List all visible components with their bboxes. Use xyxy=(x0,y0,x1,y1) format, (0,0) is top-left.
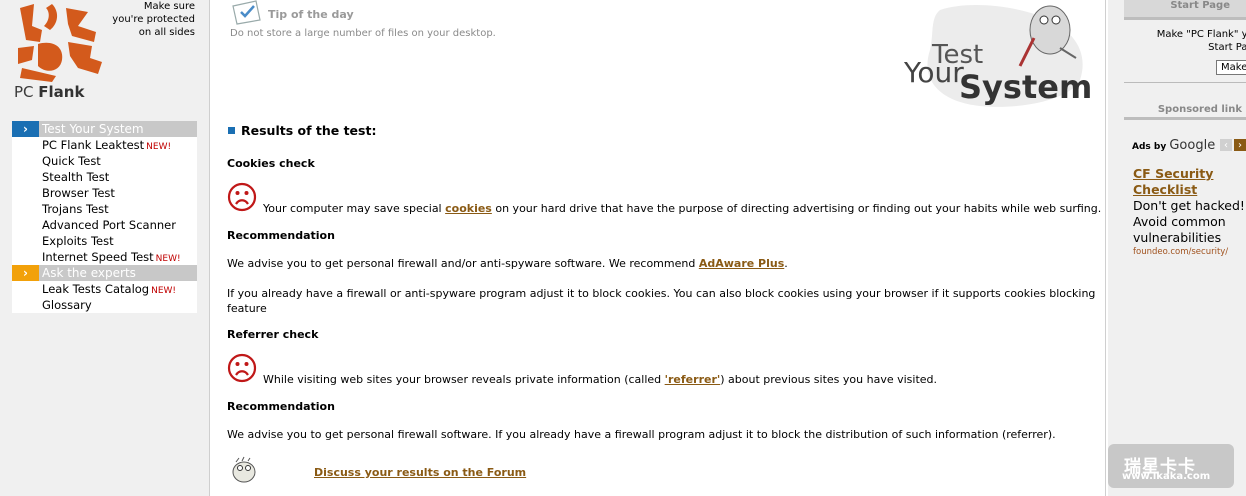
referrer-recommendation-1: We advise you to get personal firewall s… xyxy=(227,428,1056,441)
banner-text-your: Your xyxy=(904,56,964,89)
sad-face-icon xyxy=(227,353,257,383)
referrer-check-title: Referrer check xyxy=(227,328,319,341)
ad-title-link[interactable]: CF Security Checklist xyxy=(1133,166,1246,198)
sponsored-link-header: Sponsored link xyxy=(1124,104,1246,120)
start-page-header: Start Page xyxy=(1124,0,1246,20)
tip-title: Tip of the day xyxy=(268,8,354,21)
chevron-right-icon: › xyxy=(12,121,39,137)
cookies-link[interactable]: cookies xyxy=(445,202,492,215)
nav-item-leak-tests-catalog[interactable]: Leak Tests Catalog NEW! xyxy=(42,281,197,297)
left-sidebar: PC Flank Make sure you're protected on a… xyxy=(0,0,210,496)
tip-text: Do not store a large number of files on … xyxy=(230,28,496,39)
results-heading-text: Results of the test: xyxy=(241,123,377,138)
results-heading: Results of the test: xyxy=(228,123,376,138)
start-page-text: Make "PC Flank" you Start Page xyxy=(1156,29,1246,53)
cookies-recommendation-2: If you already have a firewall or anti-s… xyxy=(227,287,1096,315)
logo-flank: Flank xyxy=(38,83,85,101)
new-badge: NEW! xyxy=(151,286,177,296)
ad-body: Don't get hacked! Avoid common vulnerabi… xyxy=(1133,198,1245,245)
forum-mascot-icon xyxy=(232,456,256,483)
nav-item-speed-test[interactable]: Internet Speed Test NEW! xyxy=(42,249,197,265)
forum-link[interactable]: Discuss your results on the Forum xyxy=(314,466,526,479)
google-logo: Google xyxy=(1169,138,1216,153)
tagline: Make sure you're protected on all sides xyxy=(112,0,195,39)
logo-pc: PC xyxy=(14,83,39,101)
tagline-line: you're protected xyxy=(112,14,195,25)
logo-text[interactable]: PC Flank xyxy=(14,83,84,101)
main-content: Tip of the day Do not store a large numb… xyxy=(214,0,1106,496)
nav-section-label: Ask the experts xyxy=(42,266,136,280)
right-sidebar: Start Page Make "PC Flank" you Start Pag… xyxy=(1108,0,1246,496)
nav-item-stealth-test[interactable]: Stealth Test xyxy=(42,169,197,185)
banner-text-system: System xyxy=(959,68,1093,106)
cookies-recommendation-1: We advise you to get personal firewall a… xyxy=(227,257,788,270)
tagline-line: on all sides xyxy=(138,27,195,38)
sad-face-icon xyxy=(227,182,257,212)
ad-url[interactable]: foundeo.com/security/ xyxy=(1133,247,1228,257)
nav-item-port-scanner[interactable]: Advanced Port Scanner xyxy=(42,217,197,233)
prev-ad-icon[interactable]: ‹ xyxy=(1220,139,1232,151)
tagline-line: Make sure xyxy=(143,1,195,12)
nav-item-leaktest[interactable]: PC Flank Leaktest NEW! xyxy=(42,137,197,153)
side-nav: › Test Your System PC Flank Leaktest NEW!… xyxy=(12,121,197,313)
new-badge: NEW! xyxy=(146,142,172,152)
cookies-message: Your computer may save special cookies o… xyxy=(263,202,1102,215)
divider xyxy=(1124,82,1246,83)
nav-item-quick-test[interactable]: Quick Test xyxy=(42,153,197,169)
nav-list: Leak Tests Catalog NEW! Glossary xyxy=(12,281,197,313)
nav-item-glossary[interactable]: Glossary xyxy=(42,297,197,313)
chevron-right-icon: › xyxy=(12,265,39,281)
checklist-icon xyxy=(232,0,261,25)
nav-section-test-your-system[interactable]: › Test Your System xyxy=(12,121,197,137)
cookies-recommendation-title: Recommendation xyxy=(227,229,335,242)
referrer-link[interactable]: 'referrer' xyxy=(665,373,721,386)
next-ad-icon[interactable]: › xyxy=(1234,139,1246,151)
bullet-icon xyxy=(228,127,235,134)
nav-list: PC Flank Leaktest NEW! Quick Test Stealth… xyxy=(12,137,197,265)
nav-item-browser-test[interactable]: Browser Test xyxy=(42,185,197,201)
make-start-page-button[interactable]: Make xyxy=(1216,60,1246,75)
nav-item-trojans-test[interactable]: Trojans Test xyxy=(42,201,197,217)
ad-nav: ‹ › xyxy=(1220,139,1246,151)
cookies-check-title: Cookies check xyxy=(227,157,315,170)
watermark: 瑞星卡卡 www.ikaka.com xyxy=(1108,444,1234,488)
new-badge: NEW! xyxy=(155,254,181,264)
adaware-plus-link[interactable]: AdAware Plus xyxy=(699,257,784,270)
nav-section-label: Test Your System xyxy=(42,122,144,136)
nav-item-exploits-test[interactable]: Exploits Test xyxy=(42,233,197,249)
ads-by-google[interactable]: Ads by Google xyxy=(1132,138,1215,153)
nav-section-ask-experts[interactable]: › Ask the experts xyxy=(12,265,197,281)
referrer-message: While visiting web sites your browser re… xyxy=(263,373,938,386)
referrer-recommendation-title: Recommendation xyxy=(227,400,335,413)
